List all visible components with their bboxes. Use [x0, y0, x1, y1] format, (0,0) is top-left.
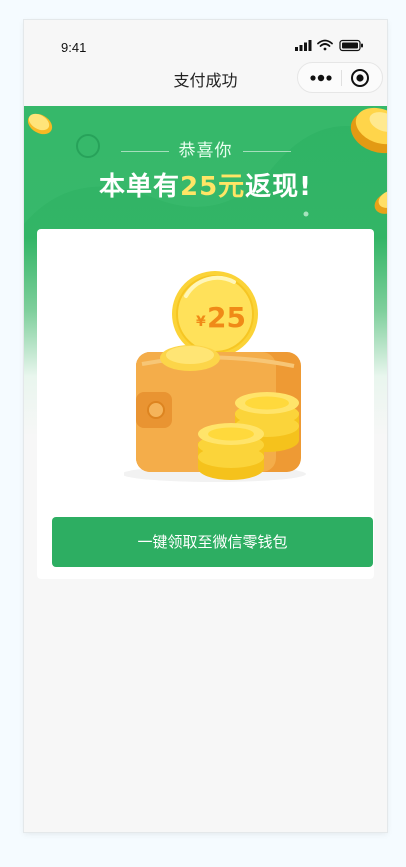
- cashback-amount: 25元: [179, 172, 246, 202]
- headline-prefix: 本单有: [98, 172, 180, 202]
- coin-currency: ¥: [196, 314, 206, 330]
- congrats-heading: 恭喜你: [24, 136, 387, 161]
- divider-line: [120, 150, 169, 152]
- divider-line: [242, 150, 291, 152]
- more-icon[interactable]: [310, 71, 332, 85]
- coin-amount: 25: [207, 301, 246, 334]
- phone-screen: 9:41 支付成功 恭喜你 本单有25元返现! ¥ 25 一键领取至微信零钱包: [24, 20, 387, 832]
- battery-icon: [339, 39, 363, 52]
- wallet-illustration: ¥ 25: [124, 271, 306, 482]
- cashback-headline: 本单有25元返现!: [24, 166, 387, 203]
- capsule-divider: [341, 70, 342, 86]
- signal-icon: [295, 40, 312, 51]
- reward-card: ¥ 25 一键领取至微信零钱包: [37, 229, 374, 579]
- close-target-icon[interactable]: [350, 68, 370, 88]
- status-icons: [295, 39, 363, 52]
- congrats-text: 恭喜你: [178, 141, 233, 161]
- wifi-icon: [317, 39, 333, 51]
- status-time: 9:41: [61, 40, 87, 55]
- claim-to-wallet-button[interactable]: 一键领取至微信零钱包: [52, 517, 373, 567]
- coin-stack-icon: [198, 423, 264, 480]
- navigation-bar: 支付成功: [24, 62, 387, 106]
- mini-program-capsule: [297, 62, 383, 93]
- status-bar: 9:41: [24, 20, 387, 64]
- big-coin-icon: ¥ 25: [172, 271, 258, 357]
- headline-suffix: 返现!: [245, 172, 313, 202]
